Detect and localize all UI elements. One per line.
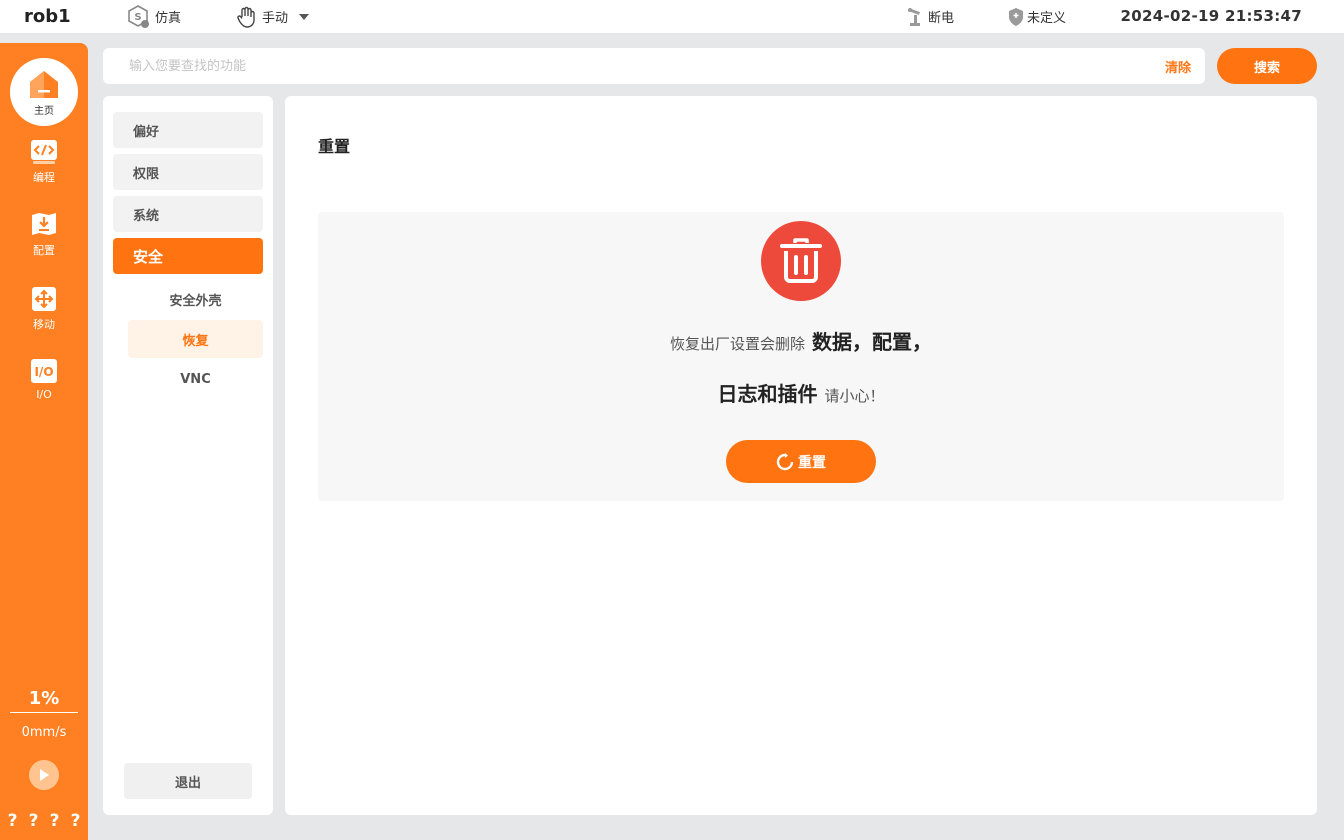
safety-status[interactable]: 未定义: [1008, 0, 1066, 33]
play-icon: [40, 769, 49, 781]
page-title: 重置: [318, 137, 351, 156]
caret-down-icon: [299, 13, 310, 20]
reset-button-label: 重置: [798, 454, 826, 471]
sub-item-vnc[interactable]: VNC: [128, 360, 263, 398]
robot-name: rob1: [24, 6, 71, 27]
help-mark[interactable]: ?: [50, 811, 60, 831]
home-button[interactable]: 主页: [10, 58, 78, 126]
datetime: 2024-02-19 21:53:47: [1120, 7, 1302, 25]
rail-item-move[interactable]: 移动: [0, 286, 88, 332]
nav-item-system[interactable]: 系统: [113, 196, 263, 232]
warning-message-line2: 日志和插件 请小心！: [318, 378, 1284, 407]
code-icon: [31, 140, 57, 164]
top-bar: rob1 S 仿真 手动 断电 未定义 2024-02-19 21:53:47: [0, 0, 1344, 33]
rail-item-label: 编程: [33, 171, 55, 184]
search-box: 清除: [103, 48, 1205, 84]
main-content: 重置 恢复出厂设置会删除 数据，配置， 日志和插件 请小心！ 重置: [285, 96, 1317, 815]
left-rail: 主页 编程 配置 移动 I/O I/O 1% 0mm/s ? ? ? ?: [0, 43, 88, 840]
rail-item-label: 配置: [33, 244, 55, 257]
simulation-icon: S: [128, 4, 149, 28]
tcp-speed: 0mm/s: [21, 725, 67, 740]
sub-item-restore[interactable]: 恢复: [128, 320, 263, 358]
speed-divider: [10, 712, 78, 713]
logout-button[interactable]: 退出: [124, 763, 252, 799]
sub-item-secure-shell[interactable]: 安全外壳: [128, 280, 263, 318]
reset-button[interactable]: 重置: [726, 440, 876, 483]
power-status-label: 断电: [928, 11, 955, 26]
search-input[interactable]: [129, 48, 1129, 84]
warning-emphasis: 日志和插件: [717, 382, 818, 406]
control-mode-label: 手动: [262, 11, 289, 26]
hand-icon: [237, 6, 255, 28]
rail-item-io[interactable]: I/O I/O: [0, 358, 88, 401]
warning-emphasis: 数据，配置，: [812, 330, 932, 354]
power-status[interactable]: 断电: [907, 0, 954, 33]
safety-status-label: 未定义: [1027, 11, 1067, 26]
nav-item-permissions[interactable]: 权限: [113, 154, 263, 190]
simulation-mode-toggle[interactable]: S 仿真: [126, 0, 181, 33]
trash-icon: [780, 238, 822, 283]
search-button[interactable]: 搜索: [1217, 48, 1317, 84]
rail-item-program[interactable]: 编程: [0, 139, 88, 185]
install-icon: [32, 213, 56, 235]
warning-text: 请小心！: [824, 387, 885, 405]
refresh-icon: [776, 452, 794, 470]
svg-text:S: S: [134, 12, 141, 23]
shield-icon: [1009, 7, 1023, 26]
io-icon: I/O: [31, 359, 57, 383]
rail-item-installation[interactable]: 配置: [0, 212, 88, 258]
clear-button[interactable]: 清除: [1165, 57, 1191, 76]
speed-percent[interactable]: 1%: [10, 688, 78, 709]
home-label: 主页: [34, 105, 54, 117]
play-button[interactable]: [29, 760, 59, 790]
robot-arm-icon: [908, 7, 920, 26]
rail-item-label: 移动: [33, 318, 55, 331]
help-mark[interactable]: ?: [8, 811, 18, 831]
nav-item-preferences[interactable]: 偏好: [113, 112, 263, 148]
simulation-mode-label: 仿真: [155, 11, 182, 26]
help-marks: ? ? ? ?: [0, 811, 88, 831]
settings-nav: 偏好 权限 系统 安全 安全外壳 恢复 VNC 退出: [103, 96, 273, 815]
warning-text: 恢复出厂设置会删除: [669, 335, 805, 353]
trash-badge: [761, 221, 841, 301]
rail-item-label: I/O: [36, 388, 52, 401]
home-icon: [30, 70, 58, 98]
control-mode-dropdown[interactable]: 手动: [235, 0, 317, 33]
help-mark[interactable]: ?: [29, 811, 39, 831]
warning-message-line1: 恢复出厂设置会删除 数据，配置，: [318, 326, 1284, 355]
svg-text:I/O: I/O: [34, 365, 53, 379]
nav-item-security[interactable]: 安全: [113, 238, 263, 274]
reset-card: 恢复出厂设置会删除 数据，配置， 日志和插件 请小心！ 重置: [318, 212, 1284, 501]
move-icon: [32, 287, 56, 311]
help-mark[interactable]: ?: [71, 811, 81, 831]
